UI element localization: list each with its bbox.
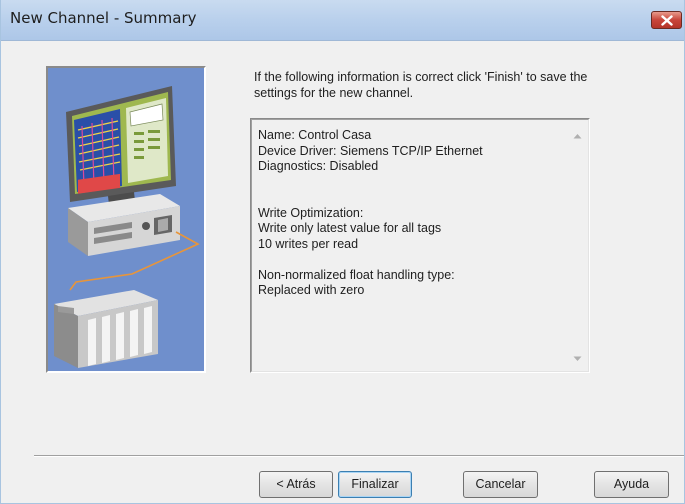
intro-text: If the following information is correct … xyxy=(254,70,588,100)
summary-textbox[interactable]: Name: Control Casa Device Driver: Siemen… xyxy=(250,118,590,373)
summary-line xyxy=(258,252,558,268)
scroll-up-arrow-icon[interactable] xyxy=(573,133,582,139)
summary-line: Write only latest value for all tags xyxy=(258,221,442,235)
back-button[interactable]: < Atrás xyxy=(259,471,333,498)
summary-line: Diagnostics: Disabled xyxy=(258,159,379,173)
title-bar: New Channel - Summary xyxy=(1,0,684,41)
close-icon xyxy=(661,15,673,26)
cancel-button[interactable]: Cancelar xyxy=(463,471,538,498)
summary-line: Name: Control Casa xyxy=(258,128,372,142)
close-button[interactable] xyxy=(651,11,682,29)
summary-line: Write Optimization: xyxy=(258,205,364,220)
button-separator xyxy=(34,455,684,457)
dialog-window: New Channel - Summary If the following i… xyxy=(0,0,685,504)
help-button[interactable]: Ayuda xyxy=(594,471,669,498)
wizard-illustration xyxy=(46,66,206,373)
window-title: New Channel - Summary xyxy=(10,9,197,27)
summary-line: Non-normalized float handling type: xyxy=(258,267,455,282)
summary-content: Name: Control Casa Device Driver: Siemen… xyxy=(258,128,558,299)
plc-rack-graphic xyxy=(54,290,158,368)
summary-line: Device Driver: Siemens TCP/IP Ethernet xyxy=(258,143,483,158)
scroll-down-arrow-icon[interactable] xyxy=(573,356,582,362)
summary-line: 10 writes per read xyxy=(258,236,359,251)
summary-line xyxy=(258,175,558,191)
summary-line: Replaced with zero xyxy=(258,283,365,297)
summary-textbox-inner: Name: Control Casa Device Driver: Siemen… xyxy=(251,119,589,372)
finish-button[interactable]: Finalizar xyxy=(338,471,412,498)
summary-line xyxy=(258,190,558,206)
computer-and-plc-illustration xyxy=(48,68,204,371)
